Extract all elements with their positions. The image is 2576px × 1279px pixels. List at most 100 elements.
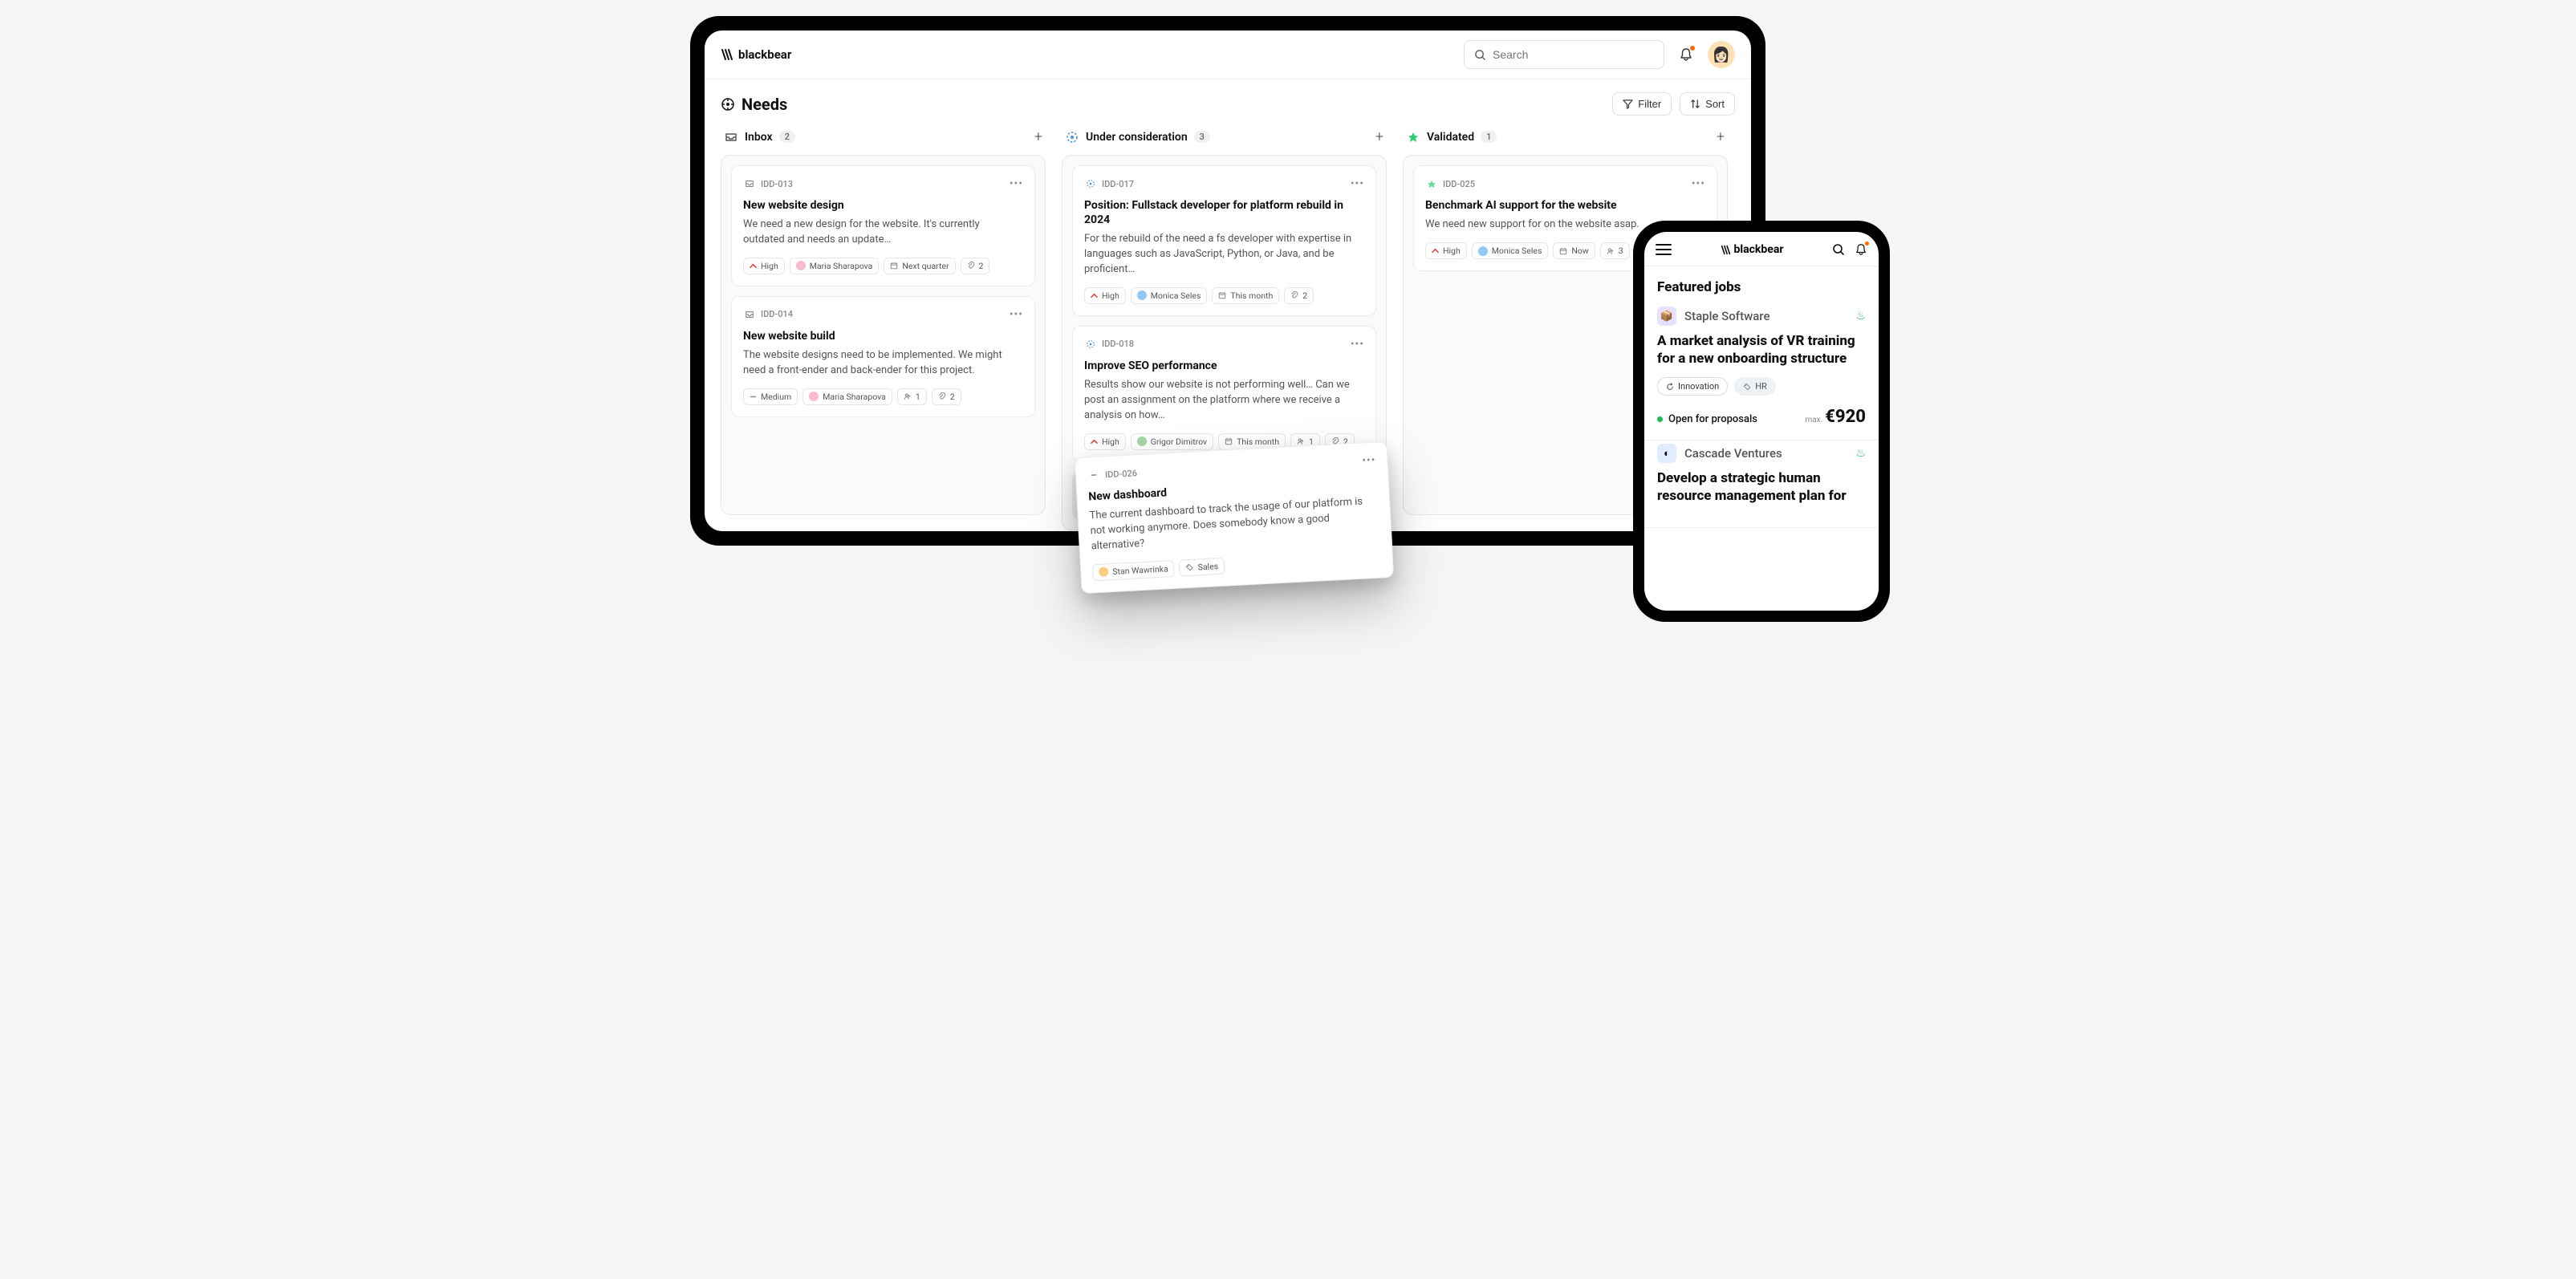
card-title: Position: Fullstack developer for platfo… (1084, 198, 1364, 227)
due-chip: This month (1212, 287, 1279, 304)
brand-logo[interactable]: blackbear (721, 47, 791, 62)
priority-label: High (1102, 436, 1119, 447)
search-bar[interactable] (1464, 40, 1664, 69)
column-add-button[interactable]: + (1034, 128, 1042, 145)
card-menu-button[interactable]: ••• (1351, 177, 1364, 190)
page-title-text: Needs (742, 95, 787, 114)
filter-icon (1623, 99, 1633, 109)
kanban-card[interactable]: IDD-018 ••• Improve SEO performance Resu… (1072, 326, 1376, 462)
job-tag[interactable]: Innovation (1657, 377, 1728, 396)
dragging-card[interactable]: IDD-026 ••• New dashboard The current da… (1075, 441, 1394, 594)
card-id: IDD-018 (1102, 339, 1134, 349)
attachments-chip: 2 (1284, 287, 1314, 304)
card-description: The current dashboard to track the usage… (1089, 494, 1379, 554)
priority-label: High (761, 261, 778, 271)
mobile-search-button[interactable] (1832, 243, 1845, 256)
assignee-avatar-icon (1137, 436, 1147, 446)
job-tag[interactable]: HR (1734, 377, 1776, 396)
due-label: Now (1571, 246, 1588, 256)
attachment-icon (938, 392, 946, 400)
due-chip: Next quarter (884, 258, 955, 274)
column-add-button[interactable]: + (1375, 128, 1383, 145)
card-menu-button[interactable]: ••• (1010, 308, 1023, 321)
status-label: Open for proposals (1668, 413, 1757, 425)
card-badge-icon (743, 308, 756, 321)
priority-chip: Medium (743, 388, 798, 405)
column-add-button[interactable]: + (1717, 128, 1725, 145)
due-label: This month (1237, 436, 1279, 447)
brand-name: blackbear (738, 47, 791, 62)
column-body[interactable]: IDD-013 ••• New website design We need a… (721, 155, 1046, 515)
card-chips: HighMaria SharapovaNext quarter2 (743, 258, 1023, 274)
assignee-name: Stan Wawrinka (1112, 563, 1168, 577)
card-id: IDD-013 (761, 179, 793, 189)
notifications-button[interactable] (1679, 47, 1693, 62)
kanban-card[interactable]: IDD-017 ••• Position: Fullstack develope… (1072, 165, 1376, 316)
category-label: Sales (1197, 561, 1218, 572)
job-company: 📦 Staple Software ♨ (1657, 307, 1866, 326)
people-icon (904, 392, 912, 400)
column-header: Inbox 2 + (721, 124, 1046, 155)
featured-jobs-title: Featured jobs (1644, 266, 1879, 303)
card-id: IDD-014 (761, 309, 793, 319)
company-logo-icon: 📦 (1657, 307, 1676, 326)
job-tags: Innovation HR (1657, 377, 1866, 396)
sort-icon (1690, 99, 1700, 109)
attachment-icon (1290, 291, 1298, 299)
job-company: ◐ Cascade Ventures ♨ (1657, 444, 1866, 463)
attachments-count: 2 (1302, 290, 1307, 301)
job-footer: Open for proposals max.€920 (1657, 407, 1866, 427)
kanban-card[interactable]: IDD-014 ••• New website build The websit… (731, 296, 1035, 417)
due-chip: Now (1553, 242, 1595, 259)
assignee-avatar-icon (809, 392, 819, 401)
calendar-icon (1218, 291, 1226, 299)
price-label: max. (1805, 416, 1822, 424)
assignee-name: Monica Seles (1151, 290, 1201, 301)
mobile-notifications-button[interactable] (1855, 243, 1867, 256)
filter-button[interactable]: Filter (1612, 92, 1672, 116)
job-card[interactable]: ◐ Cascade Ventures ♨ Develop a strategic… (1644, 441, 1879, 528)
search-input[interactable] (1493, 48, 1654, 61)
card-chips: Stan Wawrinka Sales (1092, 549, 1382, 581)
mobile-header: blackbear (1644, 232, 1879, 266)
card-menu-button[interactable]: ••• (1351, 338, 1364, 351)
assignee-avatar-icon (1478, 246, 1488, 256)
assignee-avatar-icon (1137, 290, 1147, 300)
search-icon (1474, 49, 1486, 61)
card-menu-button[interactable]: ••• (1362, 454, 1376, 468)
company-name: Staple Software (1684, 309, 1847, 323)
card-title: Improve SEO performance (1084, 359, 1364, 373)
mobile-device-frame: blackbear Featured jobs 📦 Staple Softwar… (1633, 221, 1890, 622)
card-menu-button[interactable]: ••• (1010, 177, 1023, 190)
user-avatar[interactable]: 👩🏻 (1708, 41, 1735, 68)
card-chips: HighMonica SelesThis month2 (1084, 287, 1364, 304)
trending-icon: ♨ (1855, 310, 1866, 323)
card-badge-icon (1425, 177, 1438, 190)
card-menu-button[interactable]: ••• (1692, 177, 1705, 190)
card-title: New website design (743, 198, 1023, 213)
job-status: Open for proposals (1657, 413, 1757, 425)
hamburger-menu-button[interactable] (1656, 243, 1672, 256)
assignee-chip: Maria Sharapova (802, 388, 892, 405)
tag-icon (1185, 563, 1194, 572)
column-inbox: Inbox 2 + IDD-013 ••• New website design… (721, 124, 1046, 515)
mobile-brand-name: blackbear (1734, 243, 1784, 256)
attachments-count: 2 (950, 392, 955, 402)
job-card[interactable]: 📦 Staple Software ♨ A market analysis of… (1644, 303, 1879, 441)
kanban-card[interactable]: IDD-013 ••• New website design We need a… (731, 165, 1035, 286)
category-chip: Sales (1179, 557, 1225, 576)
card-description: The website designs need to be implement… (743, 348, 1023, 379)
column-count: 1 (1481, 131, 1497, 143)
job-price: max.€920 (1805, 407, 1866, 427)
assignee-name: Maria Sharapova (823, 392, 886, 402)
assignee-avatar-icon (1099, 567, 1109, 578)
due-label: Next quarter (902, 261, 949, 271)
column-icon (1065, 130, 1079, 144)
priority-icon (750, 393, 757, 400)
mobile-brand-logo[interactable]: blackbear (1680, 243, 1824, 256)
tag-label: HR (1755, 381, 1767, 392)
sort-button[interactable]: Sort (1680, 92, 1735, 116)
calendar-icon (890, 262, 898, 270)
priority-icon (1091, 438, 1098, 445)
calendar-icon (1225, 437, 1233, 445)
